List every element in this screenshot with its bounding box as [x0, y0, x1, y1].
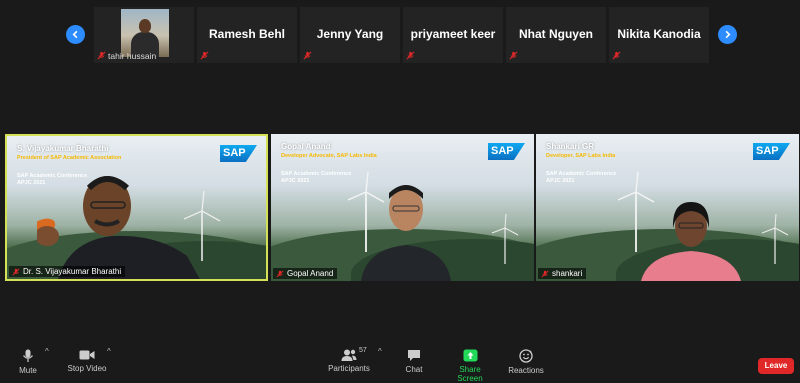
- smiley-icon: +: [519, 349, 533, 363]
- mic-muted-icon: [612, 51, 621, 60]
- chevron-right-icon: [725, 30, 731, 39]
- conference-line: APJC 2021: [281, 178, 310, 184]
- participant-thumb[interactable]: Nhat Nguyen: [506, 7, 606, 63]
- meeting-toolbar: Mute ^ Stop Video ^ 57 Participants ^ Ch…: [0, 341, 800, 383]
- mic-muted-icon: [97, 51, 106, 60]
- participant-thumb[interactable]: priyameet keer: [403, 7, 503, 63]
- leave-button[interactable]: Leave: [758, 358, 794, 374]
- mic-muted-icon: [509, 51, 518, 60]
- mic-muted-icon: [276, 270, 284, 278]
- participant-strip: tahir hussain Ramesh Behl Jenny Yang pri…: [94, 7, 712, 63]
- overlay-role: President of SAP Academic Association: [17, 155, 122, 161]
- mic-muted-icon: [541, 270, 549, 278]
- chat-bubble-icon: [408, 350, 420, 361]
- participants-icon: [341, 349, 357, 361]
- mute-button[interactable]: Mute: [16, 349, 40, 375]
- participant-video: [361, 185, 451, 281]
- participant-thumb[interactable]: Jenny Yang: [300, 7, 400, 63]
- participant-name: Gopal Anand: [287, 269, 334, 278]
- mute-options-caret[interactable]: ^: [45, 347, 49, 356]
- wind-turbine-image: [761, 214, 789, 264]
- overlay-role: Developer, SAP Labs India: [546, 153, 616, 159]
- participant-name: Jenny Yang: [316, 27, 384, 41]
- overlay-name: Gopal Anand: [281, 142, 331, 151]
- participants-count: 57: [359, 347, 367, 354]
- share-screen-label: Share Screen: [457, 365, 483, 383]
- video-tile[interactable]: SAP Shankari GR Developer, SAP Labs Indi…: [536, 134, 799, 281]
- participant-name: Nhat Nguyen: [518, 27, 593, 41]
- reactions-button[interactable]: + Reactions: [508, 349, 544, 375]
- mic-muted-icon: [200, 51, 209, 60]
- participant-thumb[interactable]: Ramesh Behl: [197, 7, 297, 63]
- mute-label: Mute: [19, 366, 37, 375]
- share-screen-icon: [463, 349, 477, 362]
- mic-muted-icon: [12, 268, 20, 276]
- video-tile[interactable]: SAP Gopal Anand Developer Advocate, SAP …: [271, 134, 534, 281]
- participant-name: priyameet keer: [410, 27, 496, 41]
- video-camera-icon: [79, 350, 95, 360]
- chat-label: Chat: [405, 365, 423, 374]
- video-options-caret[interactable]: ^: [107, 347, 111, 356]
- overlay-name: S. Vijayakumar Bharathi: [17, 144, 109, 153]
- conference-title: SAP Academic Conference APJC 2021: [281, 171, 351, 185]
- stop-video-label: Stop Video: [67, 364, 107, 373]
- conference-line: APJC 2021: [546, 178, 575, 184]
- previous-page-button[interactable]: [66, 25, 85, 44]
- participant-name-label: shankari: [538, 268, 587, 279]
- participant-name: Ramesh Behl: [208, 27, 286, 41]
- participant-name-label: Gopal Anand: [273, 268, 338, 279]
- overlay-role: Developer Advocate, SAP Labs India: [281, 153, 377, 159]
- participants-label: Participants: [328, 364, 370, 373]
- svg-text:+: +: [530, 349, 533, 354]
- reactions-label: Reactions: [508, 366, 544, 375]
- chevron-left-icon: [72, 30, 78, 39]
- share-screen-button[interactable]: Share Screen: [446, 349, 494, 383]
- participant-name: Nikita Kanodia: [617, 27, 701, 41]
- conference-title: SAP Academic Conference APJC 2021: [546, 171, 616, 185]
- participants-button[interactable]: 57 Participants: [326, 347, 372, 373]
- mic-muted-icon: [303, 51, 312, 60]
- microphone-icon: [23, 349, 33, 362]
- participant-thumb[interactable]: Nikita Kanodia: [609, 7, 709, 63]
- participant-video: [37, 176, 200, 279]
- participant-name: Dr. S. Vijayakumar Bharathi: [23, 267, 122, 276]
- overlay-name: Shankari GR: [546, 142, 595, 151]
- stop-video-button[interactable]: Stop Video: [66, 349, 108, 373]
- conference-line: SAP Academic Conference: [281, 171, 352, 177]
- video-tile-active-speaker[interactable]: SAP S. Vijayakumar Bharathi President of…: [5, 134, 268, 281]
- next-page-button[interactable]: [718, 25, 737, 44]
- participant-video: [121, 9, 169, 57]
- participants-options-caret[interactable]: ^: [378, 347, 382, 356]
- chat-button[interactable]: Chat: [402, 349, 426, 374]
- participant-thumb[interactable]: tahir hussain: [94, 7, 194, 63]
- participant-name-label: Dr. S. Vijayakumar Bharathi: [9, 266, 126, 277]
- participant-name: tahir hussain: [108, 51, 157, 61]
- conference-line: SAP Academic Conference: [546, 171, 617, 177]
- wind-turbine-image: [491, 214, 519, 264]
- mic-muted-icon: [406, 51, 415, 60]
- participant-name: shankari: [552, 269, 583, 278]
- participant-video: [641, 202, 741, 281]
